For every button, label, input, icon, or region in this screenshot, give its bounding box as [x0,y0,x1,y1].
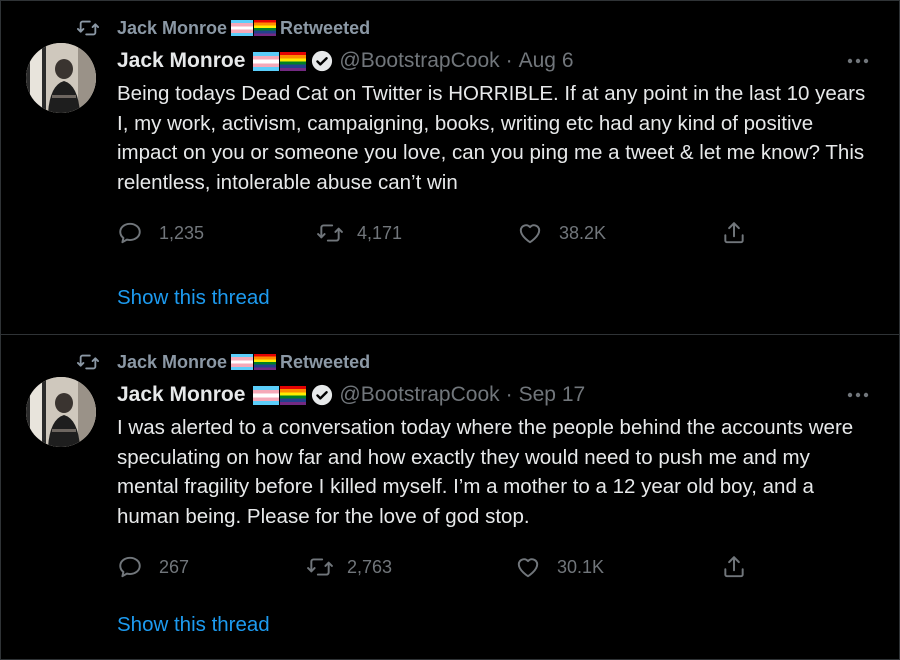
flag-emojis [231,20,277,36]
rainbow-flag-icon [254,354,277,370]
like-button[interactable]: 30.1K [515,553,604,581]
flag-emojis [253,51,307,71]
reply-count: 267 [159,556,190,577]
separator-dot: · [505,49,513,72]
tweet[interactable]: Jack Monroe Retweeted Jack Monroe @Boots… [1,334,899,659]
show-thread-link[interactable]: Show this thread [117,286,270,310]
tweet-header: Jack Monroe @BootstrapCook · Aug 6 [117,47,879,75]
tweet-actions: 267 2,763 30.1K [117,553,757,581]
separator-dot: · [505,383,513,406]
reply-button[interactable]: 267 [117,553,189,581]
retweet-button[interactable]: 4,171 [317,219,402,247]
author-handle[interactable]: @BootstrapCook [339,383,499,407]
avatar[interactable] [26,43,96,113]
author-name[interactable]: Jack Monroe [117,49,245,73]
retweet-count: 2,763 [347,556,393,577]
rainbow-flag-icon [280,385,307,405]
retweet-button[interactable]: 2,763 [307,553,392,581]
rainbow-flag-icon [280,51,307,71]
retweeted-label: Retweeted [280,17,371,38]
author-handle[interactable]: @BootstrapCook [339,49,499,73]
share-icon [724,222,744,244]
timeline: Jack Monroe Retweeted Jack Monroe @Boots… [0,0,900,660]
retweet-icon [307,558,333,576]
more-options-button[interactable] [843,381,873,409]
share-icon [724,556,744,578]
retweeted-label: Retweeted [280,351,371,372]
reply-icon [119,222,141,244]
transgender-flag-icon [253,51,280,71]
tweet-actions: 1,235 4,171 38.2K [117,219,757,247]
retweet-icon [77,354,99,370]
tweet-text: I was alerted to a conversation today wh… [117,416,854,528]
share-button[interactable] [721,219,747,247]
tweet[interactable]: Jack Monroe Retweeted Jack Monroe @Boots… [1,1,899,334]
transgender-flag-icon [253,385,280,405]
transgender-flag-icon [231,20,254,36]
reply-button[interactable]: 1,235 [117,219,204,247]
like-count: 30.1K [557,556,605,577]
retweet-icon [77,20,99,36]
heart-icon [517,558,539,578]
avatar[interactable] [26,377,96,447]
rainbow-flag-icon [254,20,277,36]
more-options-icon [847,392,869,398]
tweet-date[interactable]: Sep 17 [519,383,586,407]
retweeter-name[interactable]: Jack Monroe [117,352,227,373]
heart-icon [519,224,541,244]
retweet-context: Jack Monroe Retweeted [77,17,370,39]
show-thread-link[interactable]: Show this thread [117,613,270,637]
retweeter-name[interactable]: Jack Monroe [117,18,227,39]
reply-icon [119,556,141,578]
avatar-photo [26,377,96,447]
share-button[interactable] [721,553,747,581]
retweet-context: Jack Monroe Retweeted [77,351,370,373]
reply-count: 1,235 [159,222,205,243]
tweet-text: Being todays Dead Cat on Twitter is HORR… [117,82,866,194]
tweet-date[interactable]: Aug 6 [519,49,574,73]
like-count: 38.2K [559,222,607,243]
more-options-icon [847,58,869,64]
verified-badge-icon [312,50,333,72]
tweet-header: Jack Monroe @BootstrapCook · Sep 17 [117,381,879,409]
verified-badge-icon [312,384,333,406]
author-name[interactable]: Jack Monroe [117,383,245,407]
transgender-flag-icon [231,354,254,370]
flag-emojis [253,385,307,405]
more-options-button[interactable] [843,47,873,75]
like-button[interactable]: 38.2K [517,219,606,247]
retweet-icon [317,224,343,242]
flag-emojis [231,354,277,370]
avatar-photo [26,43,96,113]
retweet-count: 4,171 [357,222,403,243]
